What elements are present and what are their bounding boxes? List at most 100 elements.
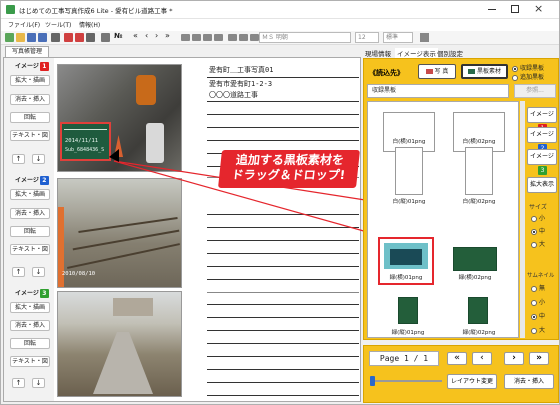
blackboard-grid	[64, 129, 107, 130]
menu-tools[interactable]: ツール(T)	[45, 20, 71, 29]
image1-delete-button[interactable]: 消去・挿入	[10, 94, 50, 105]
radio-added-board[interactable]: 追加黒板	[512, 72, 544, 81]
thumb-white-h-02[interactable]	[453, 112, 505, 152]
number-icon[interactable]: №	[114, 32, 123, 41]
image2-up-arrow[interactable]: ↑	[12, 267, 25, 277]
doc-line-2[interactable]: 愛有市愛有町1-2-3	[209, 79, 272, 89]
image1-rotate-button[interactable]: 回転	[10, 112, 50, 123]
toolbar: № « ‹ › » ＭＳ 明朝 12 標準	[1, 31, 559, 45]
photo-2[interactable]: 2010/08/10	[57, 178, 182, 288]
image1-text-button[interactable]: テキスト・図	[10, 130, 50, 141]
thumbsize-medium-radio[interactable]: 中	[531, 311, 545, 320]
new-icon[interactable]	[5, 33, 14, 42]
next-icon[interactable]: ›	[155, 31, 164, 40]
tab-photo-album[interactable]: 写真帳管理	[5, 46, 49, 57]
thumbsize-small-radio[interactable]: 小	[531, 297, 545, 306]
radio-builtin-board[interactable]: 収録黒板	[512, 63, 544, 72]
prev-page-button[interactable]: ‹	[472, 352, 492, 365]
image2-down-arrow[interactable]: ↓	[32, 267, 45, 277]
photo-3[interactable]	[57, 291, 182, 397]
callout-line-2: ドラッグ＆ドロップ!	[230, 168, 346, 182]
thumb-green-h-02[interactable]	[453, 247, 497, 271]
menu-file[interactable]: ファイル(F)	[8, 20, 40, 29]
side-image3-button[interactable]: イメージ3	[527, 149, 557, 175]
open-icon[interactable]	[16, 33, 25, 42]
settings-icon[interactable]	[101, 33, 110, 42]
image2-rotate-button[interactable]: 回転	[10, 226, 50, 237]
doc-line-3[interactable]: 〇〇〇道路工事	[209, 90, 258, 100]
print2-icon[interactable]	[86, 33, 95, 42]
image1-up-arrow[interactable]: ↑	[12, 154, 25, 164]
image3-text-button[interactable]: テキスト・図	[10, 356, 50, 367]
layout-change-button[interactable]: レイアウト変更	[447, 374, 497, 389]
align-left-icon[interactable]	[181, 34, 190, 41]
maximize-button[interactable]	[511, 5, 519, 13]
print-icon[interactable]	[51, 33, 60, 42]
size-medium-radio[interactable]: 中	[531, 226, 545, 235]
style-select[interactable]: 標準	[383, 32, 413, 43]
photo-1[interactable]: 2014/11/11 Sub_6848436_S	[57, 64, 182, 172]
forward-icon[interactable]: »	[165, 31, 174, 40]
loader-browse-button[interactable]: 参照...	[514, 84, 556, 98]
last-page-button[interactable]: »	[529, 352, 549, 365]
image3-delete-button[interactable]: 消去・挿入	[10, 320, 50, 331]
rewind-icon[interactable]: «	[133, 31, 142, 40]
thumb-white-v-02-label: 白(縦)02png	[462, 199, 496, 205]
image3-scale-button[interactable]: 拡大・描画	[10, 302, 50, 313]
pdf-icon[interactable]	[64, 33, 73, 42]
thumb-green-v-02[interactable]	[468, 297, 488, 324]
close-button[interactable]: ×	[534, 2, 543, 15]
image2-text-button[interactable]: テキスト・図	[10, 244, 50, 255]
zoom-slider-track[interactable]	[372, 380, 442, 382]
valign-middle-icon[interactable]	[239, 34, 248, 41]
image-button-column: イメージ 1 拡大・描画 消去・挿入 回転 テキスト・図 ↑ ↓ イメージ 2 拡大…	[4, 58, 54, 401]
loader-board-button[interactable]: 黒板素材	[461, 64, 508, 79]
save-as-icon[interactable]	[38, 33, 47, 42]
side-image1-button[interactable]: イメージ1	[527, 107, 557, 133]
tab-image-display[interactable]: イメージ表示	[395, 48, 438, 58]
image3-down-arrow[interactable]: ↓	[32, 378, 45, 388]
thumb-white-v-01[interactable]	[395, 147, 423, 195]
nav-delete-insert-button[interactable]: 消去・挿入	[504, 374, 554, 389]
image2-delete-button[interactable]: 消去・挿入	[10, 208, 50, 219]
color-swatch[interactable]	[420, 33, 429, 42]
font-name-select[interactable]: ＭＳ 明朝	[259, 32, 351, 43]
minimize-button[interactable]	[488, 9, 496, 10]
photo1-blackboard[interactable]: 2014/11/11 Sub_6848436_S	[60, 122, 111, 161]
thumbsize-none-radio[interactable]: 無	[531, 283, 545, 292]
align-center-icon[interactable]	[192, 34, 201, 41]
thumb-white-h-01[interactable]	[383, 112, 435, 152]
zoom-slider-thumb[interactable]	[370, 376, 375, 386]
prev-icon[interactable]: ‹	[145, 31, 154, 40]
align-justify-icon[interactable]	[214, 34, 223, 41]
image3-rotate-button[interactable]: 回転	[10, 338, 50, 349]
menu-info[interactable]: 情報(H)	[79, 20, 100, 29]
size-small-radio[interactable]: 小	[531, 213, 545, 222]
doc-line-1[interactable]: 愛有町＿工事写真01	[209, 65, 273, 75]
font-size-select[interactable]: 12	[355, 32, 379, 43]
thumb-white-v-02[interactable]	[465, 147, 493, 195]
image2-scale-button[interactable]: 拡大・描画	[10, 189, 50, 200]
image1-down-arrow[interactable]: ↓	[32, 154, 45, 164]
image3-up-arrow[interactable]: ↑	[12, 378, 25, 388]
thumb-green-h-01-inner	[390, 249, 422, 265]
align-right-icon[interactable]	[203, 34, 212, 41]
loader-folder-field[interactable]: 収録黒板	[367, 84, 509, 98]
valign-bottom-icon[interactable]	[250, 34, 259, 41]
first-page-button[interactable]: «	[447, 352, 467, 365]
next-page-button[interactable]: ›	[504, 352, 524, 365]
thumbsize-large-radio[interactable]: 大	[531, 325, 545, 334]
loader-photo-button[interactable]: 写 真	[418, 64, 456, 79]
pdf2-icon[interactable]	[75, 33, 84, 42]
image1-scale-button[interactable]: 拡大・描画	[10, 75, 50, 86]
zoom-display-button[interactable]: 拡大表示	[527, 177, 557, 193]
thumb-green-v-01[interactable]	[398, 297, 418, 324]
valign-top-icon[interactable]	[228, 34, 237, 41]
size-large-radio[interactable]: 大	[531, 239, 545, 248]
thumbnail-scrollbar[interactable]	[520, 101, 525, 338]
save-icon[interactable]	[27, 33, 36, 42]
side-image2-button[interactable]: イメージ2	[527, 127, 557, 153]
tab-individual-settings[interactable]: 個別設定	[437, 48, 463, 58]
photo2-rebar-1	[78, 217, 178, 233]
tab-site-info[interactable]: 現場情報	[365, 48, 391, 58]
